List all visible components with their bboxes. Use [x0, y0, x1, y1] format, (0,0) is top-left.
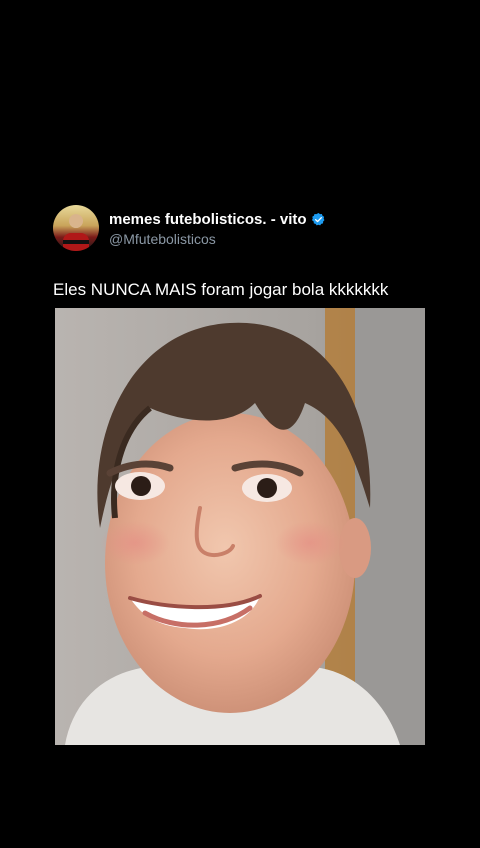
display-name[interactable]: memes futebolisticos. - vito — [109, 211, 307, 228]
verified-badge-icon — [311, 212, 326, 227]
display-name-row: memes futebolisticos. - vito — [109, 209, 326, 229]
child-photo-illustration — [55, 308, 425, 745]
tweet-media-photo[interactable] — [55, 308, 425, 745]
tweet-author: memes futebolisticos. - vito @Mfutebolis… — [109, 209, 326, 247]
profile-avatar[interactable] — [53, 205, 99, 251]
username-handle[interactable]: @Mfutebolisticos — [109, 231, 326, 247]
avatar-jersey-shape — [63, 233, 89, 251]
tweet-screenshot: memes futebolisticos. - vito @Mfutebolis… — [0, 0, 480, 848]
tweet-text: Eles NUNCA MAIS foram jogar bola kkkkkkk — [53, 280, 389, 299]
tweet-header: memes futebolisticos. - vito @Mfutebolis… — [53, 205, 326, 251]
